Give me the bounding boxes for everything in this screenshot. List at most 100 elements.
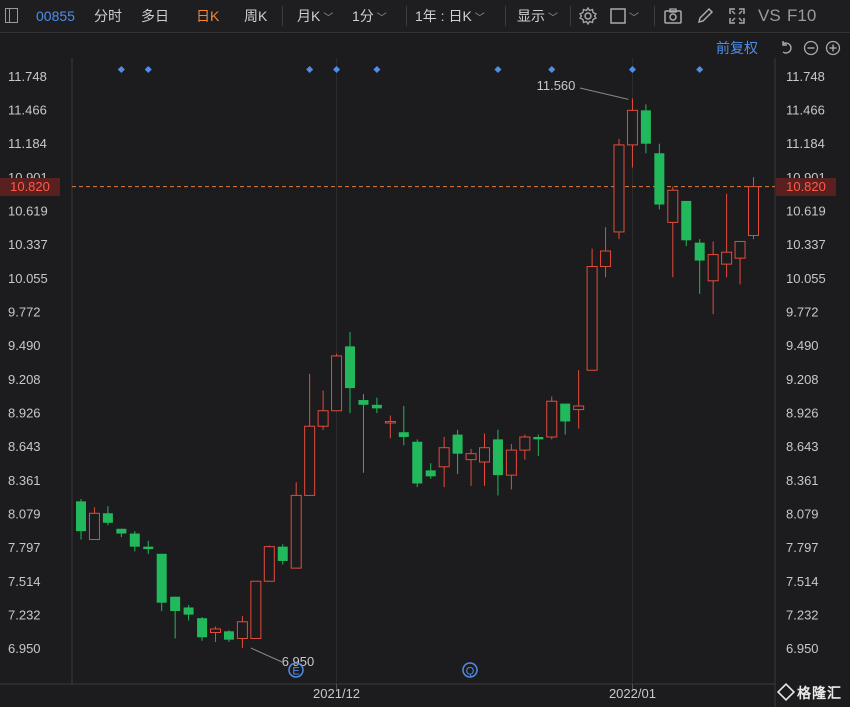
- x-tick-label: 2021/12: [313, 686, 360, 701]
- event-marker: [628, 65, 636, 74]
- candle-body-down: [223, 631, 234, 640]
- y-tick-label-left: 10.619: [8, 204, 48, 219]
- current-price-tag-right: 10.820: [776, 177, 836, 196]
- event-badge-letter: Q: [466, 666, 475, 678]
- candle-body-up: [519, 436, 531, 451]
- candle-body-down: [76, 501, 86, 532]
- y-tick-label-left: 7.797: [8, 540, 41, 555]
- y-tick-label-right: 9.490: [786, 338, 819, 353]
- y-tick-label-right: 8.361: [786, 473, 819, 488]
- event-badge-letter: E: [292, 666, 299, 678]
- event-marker: [373, 65, 381, 74]
- candle-body-up: [263, 546, 275, 582]
- candle-body-up: [465, 453, 477, 461]
- y-tick-label-left: 11.748: [8, 69, 47, 84]
- y-tick-label-right: 11.748: [786, 69, 825, 84]
- candle-body-up: [290, 494, 302, 569]
- candle-body-down: [654, 153, 665, 205]
- y-tick-label-right: 7.797: [786, 540, 819, 555]
- candle-body-down: [412, 441, 423, 484]
- candle-body-down: [183, 607, 194, 615]
- y-tick-label-right: 10.055: [786, 271, 826, 286]
- event-marker: [306, 65, 314, 74]
- candle-body-up: [438, 447, 450, 468]
- y-tick-label-left: 8.643: [8, 439, 41, 454]
- candle-body-up: [748, 186, 759, 237]
- candlestick-chart[interactable]: 11.74811.74811.46611.46611.18411.18410.9…: [0, 0, 850, 707]
- y-tick-label-right: 8.926: [786, 405, 819, 420]
- y-tick-label-left: 8.926: [8, 405, 41, 420]
- candle-body-up: [613, 144, 625, 233]
- candle-body-up: [331, 355, 343, 412]
- y-tick-label-left: 7.514: [8, 574, 41, 589]
- candle-body-down: [143, 546, 154, 550]
- candle-body-down: [358, 400, 369, 405]
- candle-body-down: [102, 513, 113, 523]
- y-tick-label-left: 10.337: [8, 237, 48, 252]
- max-annotation-label: 11.560: [537, 78, 576, 93]
- candle-body-down: [116, 528, 127, 534]
- candle-body-down: [197, 618, 208, 638]
- candle-body-up: [707, 254, 719, 282]
- candle-body-down: [170, 596, 181, 612]
- candle-body-up: [546, 400, 558, 438]
- y-tick-label-left: 8.079: [8, 506, 41, 521]
- candle-body-up: [626, 109, 638, 146]
- candle-body-down: [129, 533, 140, 547]
- candle-body-down: [560, 403, 571, 422]
- candle-body-down: [371, 404, 382, 409]
- y-tick-label-right: 6.950: [786, 641, 819, 656]
- candle-body-down: [398, 432, 409, 437]
- candle-body-down: [640, 110, 651, 144]
- y-tick-label-right: 7.514: [786, 574, 819, 589]
- candle-body-up: [479, 447, 490, 463]
- candle-body-up: [505, 449, 517, 476]
- event-marker: [333, 65, 341, 74]
- candle-body-up: [721, 251, 733, 265]
- y-tick-label-left: 9.490: [8, 338, 41, 353]
- y-tick-label-right: 10.619: [786, 204, 826, 219]
- candle-body-down: [345, 346, 355, 389]
- y-tick-label-left: 9.772: [8, 305, 41, 320]
- candle-body-up: [600, 250, 612, 268]
- current-price-tag-left: 10.820: [0, 177, 60, 196]
- x-tick-label: 2022/01: [609, 686, 656, 701]
- candle-body-down: [277, 546, 288, 561]
- candle-body-up: [250, 580, 262, 639]
- y-tick-label-left: 10.055: [8, 271, 48, 286]
- candle-body-up: [210, 628, 221, 634]
- y-tick-label-left: 11.466: [8, 103, 47, 118]
- candle-body-down: [452, 434, 463, 454]
- y-tick-label-right: 10.337: [786, 237, 826, 252]
- y-tick-label-left: 6.950: [8, 641, 41, 656]
- y-tick-label-right: 8.643: [786, 439, 819, 454]
- y-tick-label-right: 9.208: [786, 372, 819, 387]
- y-tick-label-right: 9.772: [786, 305, 819, 320]
- candle-body-up: [573, 405, 585, 411]
- event-marker: [494, 65, 502, 74]
- candle-body-down: [681, 200, 692, 241]
- event-marker: [696, 65, 704, 74]
- candle-body-up: [667, 189, 679, 223]
- candle-body-up: [304, 425, 316, 496]
- y-tick-label-right: 8.079: [786, 506, 819, 521]
- y-tick-label-right: 7.232: [786, 607, 819, 622]
- y-tick-label-right: 11.466: [786, 103, 825, 118]
- candle-body-down: [425, 470, 436, 477]
- candle-body-up: [88, 512, 100, 541]
- candle-body-down: [156, 553, 167, 603]
- candle-body-down: [694, 242, 705, 261]
- event-marker: [117, 65, 125, 74]
- candle-body-up: [734, 240, 746, 259]
- max-annotation-line: [579, 87, 629, 100]
- candle-body-down: [492, 439, 503, 476]
- event-marker: [144, 65, 152, 74]
- y-tick-label-left: 9.208: [8, 372, 41, 387]
- candle-body-up: [236, 621, 248, 639]
- y-tick-label-left: 11.184: [8, 136, 47, 151]
- candle-body-up: [586, 266, 598, 371]
- y-tick-label-left: 8.361: [8, 473, 41, 488]
- candle-body-up: [317, 410, 329, 427]
- y-tick-label-right: 11.184: [786, 136, 825, 151]
- candle-body-down: [533, 436, 544, 440]
